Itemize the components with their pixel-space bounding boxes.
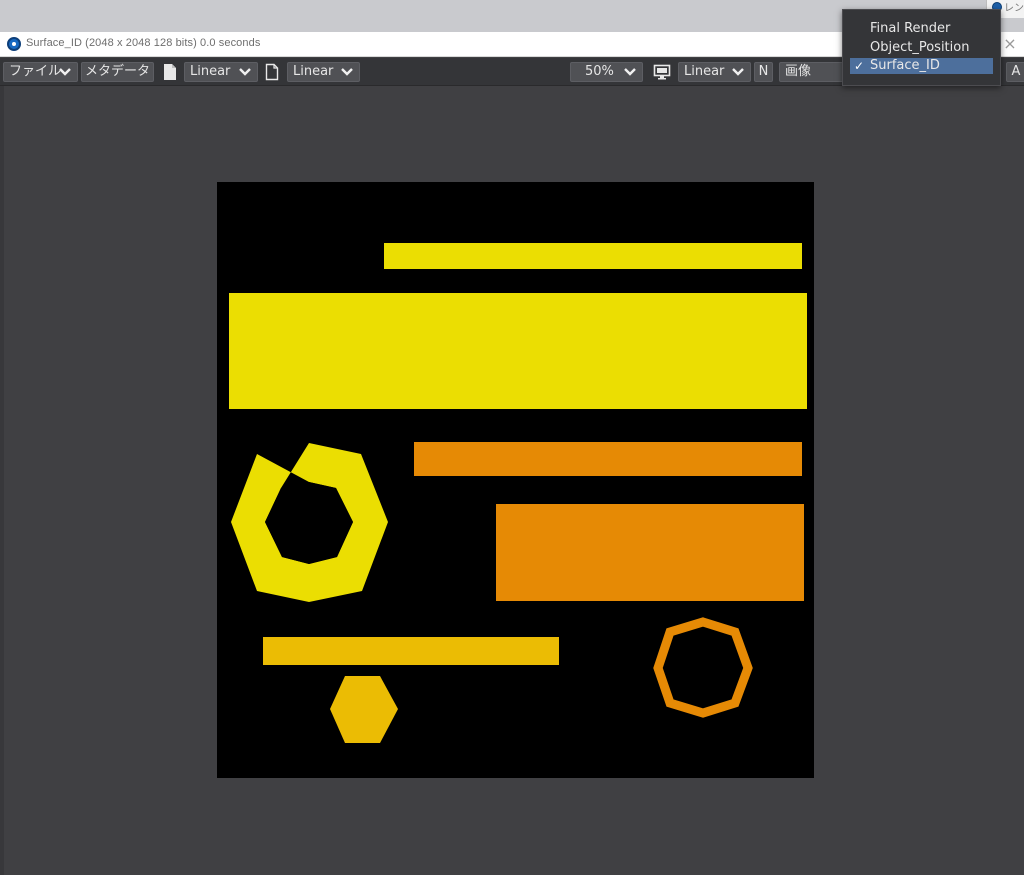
chevron-down-icon (58, 66, 72, 78)
output-colorspace-label: Linear (293, 64, 334, 79)
wide-bar (229, 293, 807, 409)
chevron-down-icon (238, 66, 252, 78)
orange-block (496, 504, 804, 601)
display-colorspace-label: Linear (684, 64, 725, 79)
checkmark-icon: ✓ (854, 59, 865, 73)
orange-bar (414, 442, 802, 476)
metadata-button[interactable]: メタデータ (81, 62, 154, 82)
chevron-down-icon (340, 66, 354, 78)
file-menu-dropdown[interactable]: ファイル (3, 62, 78, 82)
input-colorspace-label: Linear (190, 64, 231, 79)
menu-item-surface-id[interactable]: ✓ Surface_ID (850, 58, 993, 74)
gold-bar (263, 637, 559, 665)
image-dropdown-label: 画像 (785, 64, 812, 79)
window-title: Surface_ID (2048 x 2048 128 bits) 0.0 se… (26, 37, 261, 49)
menu-item-object-position[interactable]: Object_Position (850, 40, 993, 56)
display-colorspace-dropdown[interactable]: Linear (678, 62, 751, 82)
menu-item-final-render[interactable]: Final Render (850, 21, 993, 37)
image-dropdown[interactable]: 画像 (779, 62, 849, 82)
output-colorspace-dropdown[interactable]: Linear (287, 62, 360, 82)
rendered-image (217, 182, 814, 778)
monitor-icon[interactable] (653, 64, 671, 80)
zoom-label: 50% (585, 64, 614, 79)
chevron-down-icon (623, 66, 637, 78)
layer-select-menu: Final Render Object_Position ✓ Surface_I… (842, 9, 1001, 86)
file-menu-label: ファイル (9, 64, 62, 79)
close-icon[interactable]: × (1001, 34, 1019, 54)
input-colorspace-dropdown[interactable]: Linear (184, 62, 258, 82)
menu-item-label: Surface_ID (870, 58, 940, 73)
chevron-down-icon (731, 66, 745, 78)
menu-item-label: Final Render (870, 21, 951, 36)
menu-item-label: Object_Position (870, 40, 970, 55)
long-bar-top (384, 243, 802, 269)
a-button[interactable]: A (1006, 62, 1024, 82)
background-window-label: レン (1004, 3, 1024, 14)
document-icon[interactable] (163, 63, 177, 81)
orange-octagon-ring (653, 617, 753, 718)
page-icon[interactable] (265, 63, 279, 81)
app-logo-icon (7, 37, 21, 51)
gold-octagon (330, 676, 398, 743)
n-button[interactable]: N (754, 62, 773, 82)
zoom-dropdown[interactable]: 50% (570, 62, 643, 82)
